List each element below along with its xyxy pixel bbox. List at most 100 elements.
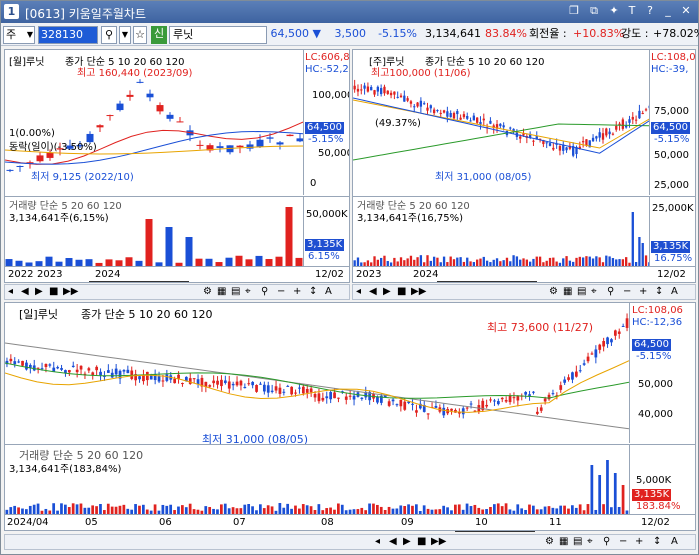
settings-icon[interactable]: ⚙ [545, 535, 554, 549]
layout-icon[interactable]: ▤ [573, 535, 582, 549]
volume-bar [161, 504, 165, 514]
period-select[interactable]: 주 ▼ [3, 26, 35, 44]
volume-bar [243, 504, 247, 514]
candle-body [476, 117, 479, 123]
window-link-icon[interactable]: ⧉ [587, 4, 601, 18]
range-icon[interactable]: ↕ [309, 285, 317, 299]
range-icon[interactable]: ↕ [655, 285, 663, 299]
grid-icon[interactable]: ▦ [563, 285, 572, 299]
daily-lc: LC:108,06 [632, 305, 683, 316]
settings-icon[interactable]: ⚙ [549, 285, 558, 299]
layout-icon[interactable]: ▤ [231, 285, 240, 299]
volume-bar [598, 475, 602, 514]
zoom-in-icon[interactable]: + [639, 285, 647, 299]
down-arrow-icon: ▼ [312, 27, 321, 40]
stock-code-input[interactable]: 328130 [38, 26, 98, 44]
crosshair-icon[interactable]: ⌖ [591, 285, 597, 299]
auto-scale-icon[interactable]: A [671, 285, 678, 299]
zoom-out-icon[interactable]: − [619, 535, 627, 549]
range-icon[interactable]: ↕ [653, 535, 661, 549]
fast-forward-icon[interactable]: ▶▶ [63, 285, 78, 299]
candle-body [594, 349, 598, 358]
scroll-left-icon[interactable]: ◂ [8, 285, 13, 299]
volume-bar [379, 506, 383, 514]
scroll-left-icon[interactable]: ◂ [375, 535, 380, 549]
stop-icon[interactable]: ■ [397, 285, 406, 299]
candle-body [459, 117, 462, 120]
candle-body [625, 318, 629, 328]
search-button[interactable]: ⚲ [101, 26, 117, 44]
volume-bar [613, 473, 617, 514]
candle-body [532, 391, 535, 393]
stop-icon[interactable]: ■ [49, 285, 58, 299]
crosshair-icon[interactable]: ⌖ [587, 535, 593, 549]
play-icon[interactable]: ▶ [403, 535, 411, 549]
font-size-icon[interactable]: T [625, 4, 639, 18]
play-back-icon[interactable]: ◀ [369, 285, 377, 299]
stop-icon[interactable]: ■ [417, 535, 426, 549]
scroll-left-icon[interactable]: ◂ [356, 285, 361, 299]
fast-forward-icon[interactable]: ▶▶ [411, 285, 426, 299]
help-icon[interactable]: ? [643, 4, 657, 18]
volume-bar [586, 504, 590, 514]
candle-body [499, 123, 502, 127]
play-back-icon[interactable]: ◀ [389, 535, 397, 549]
candle-body [21, 360, 24, 366]
play-back-icon[interactable]: ◀ [21, 285, 29, 299]
history-button[interactable]: ▼ [119, 26, 131, 44]
crosshair-icon[interactable]: ⌖ [245, 285, 251, 299]
volume-bar [134, 504, 137, 514]
volume-bar [32, 504, 36, 514]
zoom-out-icon[interactable]: − [277, 285, 285, 299]
candle-body [379, 88, 383, 95]
volume-bar [379, 257, 383, 266]
volume-bar [356, 257, 360, 266]
minimize-icon[interactable]: _ [661, 4, 675, 18]
volume-ratio: 83.84% [485, 27, 527, 40]
grid-icon[interactable]: ▦ [217, 285, 226, 299]
grid-icon[interactable]: ▦ [559, 535, 568, 549]
candle-body [548, 143, 552, 146]
zoom-icon[interactable]: ⚲ [607, 285, 614, 299]
weekly-date-3: 12/02 [657, 269, 686, 280]
zoom-icon[interactable]: ⚲ [603, 535, 610, 549]
zoom-in-icon[interactable]: + [635, 535, 643, 549]
monthly-price-scale: LC:606,8 HC:-52,2 100,000 50,000 0 64,50… [303, 50, 349, 195]
stock-name-field[interactable]: 루닛 [169, 26, 267, 44]
auto-scale-icon[interactable]: A [671, 535, 678, 549]
candle-body [17, 361, 21, 363]
play-icon[interactable]: ▶ [35, 285, 43, 299]
volume-bar [504, 503, 508, 514]
volume-bar [407, 504, 410, 514]
candle-body [472, 115, 476, 121]
auto-scale-icon[interactable]: A [325, 285, 332, 299]
current-price: 64,500 ▼ [261, 26, 321, 44]
candle-body [376, 396, 379, 403]
turnover-label: 회전율 : [529, 27, 567, 40]
zoom-out-icon[interactable]: − [623, 285, 631, 299]
volume-bar [571, 505, 574, 514]
pin-icon[interactable]: ✦ [607, 4, 621, 18]
candle-body [329, 392, 333, 400]
close-icon[interactable]: ✕ [679, 4, 693, 18]
zoom-icon[interactable]: ⚲ [261, 285, 268, 299]
volume-bar [184, 507, 188, 514]
favorite-button[interactable]: ☆ [133, 26, 147, 44]
window-copy-icon[interactable]: ❐ [567, 4, 581, 18]
candle-body [446, 111, 449, 117]
toolbar: 주 ▼ 328130 ⚲ ▼ ☆ 신 루닛 64,500 ▼ 3,500 -5.… [1, 24, 699, 46]
play-icon[interactable]: ▶ [383, 285, 391, 299]
candle-body [395, 404, 399, 406]
fast-forward-icon[interactable]: ▶▶ [431, 535, 446, 549]
scroll-track[interactable] [89, 281, 189, 282]
scroll-track[interactable] [437, 281, 537, 282]
scroll-track[interactable] [455, 531, 535, 532]
layout-icon[interactable]: ▤ [577, 285, 586, 299]
candle-body [196, 144, 204, 146]
candle-body [524, 392, 528, 395]
weekly-price-scale: LC:108,0 HC:-39, 75,000 50,000 25,000 64… [649, 50, 695, 195]
zoom-in-icon[interactable]: + [293, 285, 301, 299]
settings-icon[interactable]: ⚙ [203, 285, 212, 299]
volume-bar [419, 255, 423, 266]
candle-body [161, 380, 165, 382]
